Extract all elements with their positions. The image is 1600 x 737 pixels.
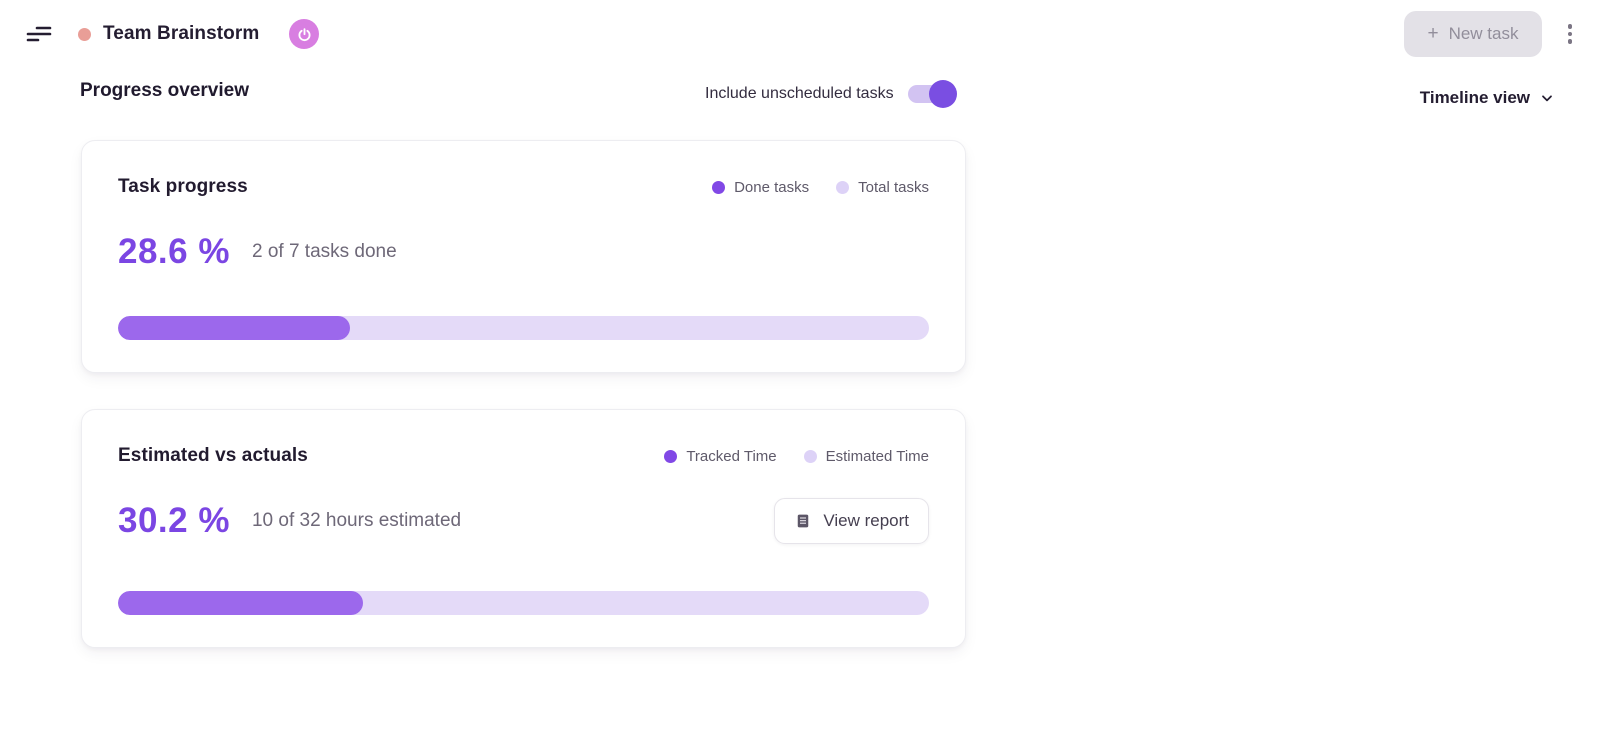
project-title-group: Team Brainstorm — [78, 19, 319, 49]
total-tasks-dot — [836, 181, 849, 194]
task-progress-percent: 28.6 % — [118, 232, 230, 272]
automation-power-button[interactable] — [289, 19, 319, 49]
view-selector-label: Timeline view — [1420, 88, 1530, 108]
card-title: Task progress — [118, 176, 248, 198]
view-report-label: View report — [823, 511, 909, 531]
legend-item-tracked-time: Tracked Time — [664, 448, 776, 465]
project-color-dot — [78, 28, 91, 41]
time-progress-caption: 10 of 32 hours estimated — [252, 510, 461, 532]
progress-header-row: Progress overview Include unscheduled ta… — [0, 68, 1600, 126]
chevron-down-icon — [1539, 90, 1555, 106]
new-task-button[interactable]: + New task — [1404, 11, 1541, 57]
legend-item-done-tasks: Done tasks — [712, 179, 809, 196]
view-report-button[interactable]: View report — [774, 498, 929, 544]
card-title: Estimated vs actuals — [118, 445, 308, 467]
project-title: Team Brainstorm — [103, 23, 259, 45]
new-task-label: New task — [1449, 24, 1519, 44]
estimated-time-dot — [804, 450, 817, 463]
legend-item-total-tasks: Total tasks — [836, 179, 929, 196]
include-unscheduled-toggle-group[interactable]: Include unscheduled tasks — [705, 80, 956, 108]
time-progress-bar-fill — [118, 591, 363, 615]
legend: Done tasks Total tasks — [712, 179, 929, 196]
plus-icon: + — [1427, 27, 1438, 41]
legend-item-estimated-time: Estimated Time — [804, 448, 929, 465]
kebab-menu-icon[interactable] — [1564, 20, 1577, 48]
estimated-vs-actuals-card: Estimated vs actuals Tracked Time Estima… — [81, 409, 966, 648]
power-icon — [296, 26, 313, 43]
task-progress-bar-fill — [118, 316, 350, 340]
task-progress-caption: 2 of 7 tasks done — [252, 241, 397, 263]
switch-knob — [929, 80, 957, 108]
progress-cards: Task progress Done tasks Total tasks 28.… — [81, 140, 966, 648]
task-progress-card: Task progress Done tasks Total tasks 28.… — [81, 140, 966, 373]
page-title: Progress overview — [80, 80, 249, 102]
task-progress-bar — [118, 316, 929, 340]
legend: Tracked Time Estimated Time — [664, 448, 929, 465]
top-bar: Team Brainstorm + New task — [0, 0, 1600, 68]
done-tasks-dot — [712, 181, 725, 194]
toggle-label: Include unscheduled tasks — [705, 85, 894, 103]
report-icon — [794, 512, 812, 530]
include-unscheduled-switch[interactable] — [908, 80, 956, 108]
time-progress-percent: 30.2 % — [118, 501, 230, 541]
topbar-actions: + New task — [1404, 11, 1576, 57]
sort-icon[interactable] — [26, 24, 52, 44]
tracked-time-dot — [664, 450, 677, 463]
view-selector-dropdown[interactable]: Timeline view — [1420, 88, 1555, 108]
time-progress-bar — [118, 591, 929, 615]
